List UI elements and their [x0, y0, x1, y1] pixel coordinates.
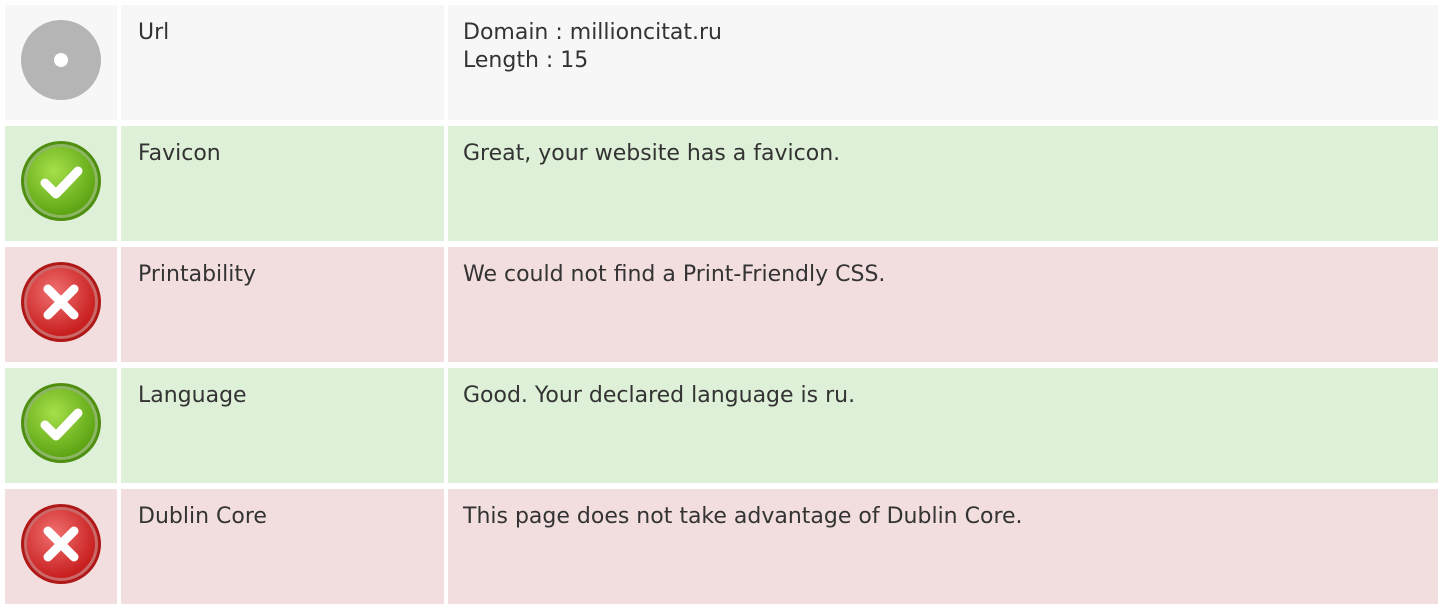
row-value: Great, your website has a favicon.	[463, 140, 840, 168]
label-cell: Favicon	[121, 126, 444, 241]
row-label: Url	[138, 20, 170, 45]
label-cell: Dublin Core	[121, 489, 444, 604]
seo-report-table: Url Domain : millioncitat.ru Length : 15	[0, 0, 1442, 604]
row-label: Printability	[138, 262, 257, 287]
row-value: Good. Your declared language is ru.	[463, 382, 855, 410]
row-value: Domain : millioncitat.ru Length : 15	[463, 19, 722, 75]
status-cell	[5, 247, 117, 362]
status-cell	[5, 5, 117, 120]
check-circle-icon	[19, 139, 103, 223]
label-cell: Language	[121, 368, 444, 483]
report-row-language: Language Good. Your declared language is…	[5, 368, 1438, 483]
printability-message: We could not find a Print-Friendly CSS.	[463, 262, 886, 287]
label-cell: Printability	[121, 247, 444, 362]
dublin-core-message: This page does not take advantage of Dub…	[463, 504, 1023, 529]
row-label: Language	[138, 383, 247, 408]
report-row-url: Url Domain : millioncitat.ru Length : 15	[5, 5, 1438, 120]
favicon-message: Great, your website has a favicon.	[463, 141, 841, 166]
report-row-dublin-core: Dublin Core This page does not take adva…	[5, 489, 1438, 604]
report-row-favicon: Favicon Great, your website has a favico…	[5, 126, 1438, 241]
row-label: Favicon	[138, 141, 221, 166]
language-message: Good. Your declared language is ru.	[463, 383, 856, 408]
value-cell: Good. Your declared language is ru.	[448, 368, 1438, 483]
status-cell	[5, 126, 117, 241]
value-cell: We could not find a Print-Friendly CSS.	[448, 247, 1438, 362]
report-row-printability: Printability We could not find a Print-F…	[5, 247, 1438, 362]
info-circle-icon	[19, 18, 103, 102]
row-label: Dublin Core	[138, 504, 267, 529]
value-cell: Great, your website has a favicon.	[448, 126, 1438, 241]
cross-circle-icon	[19, 502, 103, 586]
label-cell: Url	[121, 5, 444, 120]
cross-circle-icon	[19, 260, 103, 344]
length-line: Length : 15	[463, 48, 589, 73]
row-value: We could not find a Print-Friendly CSS.	[463, 261, 885, 289]
check-circle-icon	[19, 381, 103, 465]
row-value: This page does not take advantage of Dub…	[463, 503, 1023, 531]
status-cell	[5, 489, 117, 604]
status-cell	[5, 368, 117, 483]
value-cell: This page does not take advantage of Dub…	[448, 489, 1438, 604]
value-cell: Domain : millioncitat.ru Length : 15	[448, 5, 1438, 120]
domain-line: Domain : millioncitat.ru	[463, 20, 722, 45]
